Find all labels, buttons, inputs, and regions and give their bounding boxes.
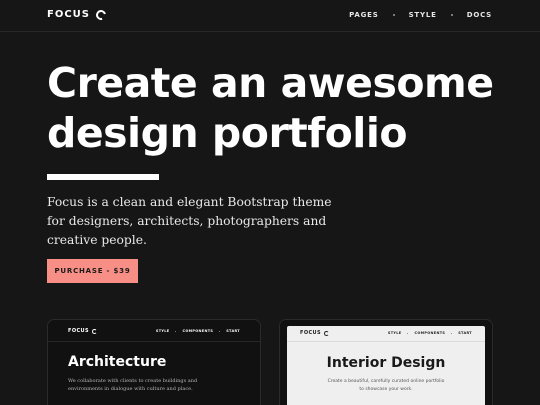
nav-link-pages[interactable]: PAGES <box>349 11 378 19</box>
preview-card-interior-design[interactable]: FOCUS STYLE COMPONENTS START Interior De… <box>279 319 493 405</box>
preview-brand-name: FOCUS <box>68 328 89 334</box>
preview-nav-link: START <box>226 329 240 333</box>
preview-brand-name: FOCUS <box>300 330 321 336</box>
top-navbar: FOCUS PAGES STYLE DOCS <box>0 0 540 32</box>
preview-text: We collaborate with clients to create bu… <box>68 378 198 392</box>
nav-separator-dot <box>450 14 453 16</box>
preview-nav-link: COMPONENTS <box>414 331 446 335</box>
preview-nav-link: STYLE <box>155 329 170 333</box>
preview-nav-link: COMPONENTS <box>182 329 214 333</box>
preview-brand: FOCUS <box>300 330 329 336</box>
preview-nav-link: STYLE <box>387 331 402 335</box>
preview-card-architecture[interactable]: FOCUS STYLE COMPONENTS START Architectur… <box>47 319 261 405</box>
nav-link-style[interactable]: STYLE <box>409 11 437 19</box>
nav-separator-dot <box>407 332 409 334</box>
nav-links: PAGES STYLE DOCS <box>349 11 492 19</box>
nav-separator-dot <box>451 332 453 334</box>
nav-separator-dot <box>219 330 221 332</box>
preview-nav-links: STYLE COMPONENTS START <box>388 331 472 335</box>
nav-link-docs[interactable]: DOCS <box>467 11 492 19</box>
brand-ring-icon <box>324 330 329 336</box>
purchase-button[interactable]: PURCHASE - $39 <box>47 259 138 283</box>
hero-description: Focus is a clean and elegant Bootstrap t… <box>47 195 332 247</box>
brand-logo[interactable]: FOCUS <box>47 7 108 22</box>
hero-title: Create an awesome design portfolio <box>47 59 494 157</box>
preview-nav-links: STYLE COMPONENTS START <box>156 329 240 333</box>
preview-text: Create a beautiful, carefully curated on… <box>327 379 445 392</box>
preview-title: Interior Design <box>326 355 446 371</box>
preview-navbar: FOCUS STYLE COMPONENTS START <box>48 320 260 342</box>
preview-nav-link: START <box>458 331 472 335</box>
nav-separator-dot <box>175 330 177 332</box>
brand-ring-icon <box>92 328 97 334</box>
nav-separator-dot <box>392 14 395 16</box>
brand-ring-icon <box>94 7 108 22</box>
hero-divider <box>47 174 159 180</box>
preview-title: Architecture <box>68 354 167 370</box>
preview-page: FOCUS STYLE COMPONENTS START Interior De… <box>287 326 485 405</box>
brand-name: FOCUS <box>47 9 90 20</box>
preview-navbar: FOCUS STYLE COMPONENTS START <box>287 326 485 342</box>
preview-brand: FOCUS <box>68 328 97 334</box>
